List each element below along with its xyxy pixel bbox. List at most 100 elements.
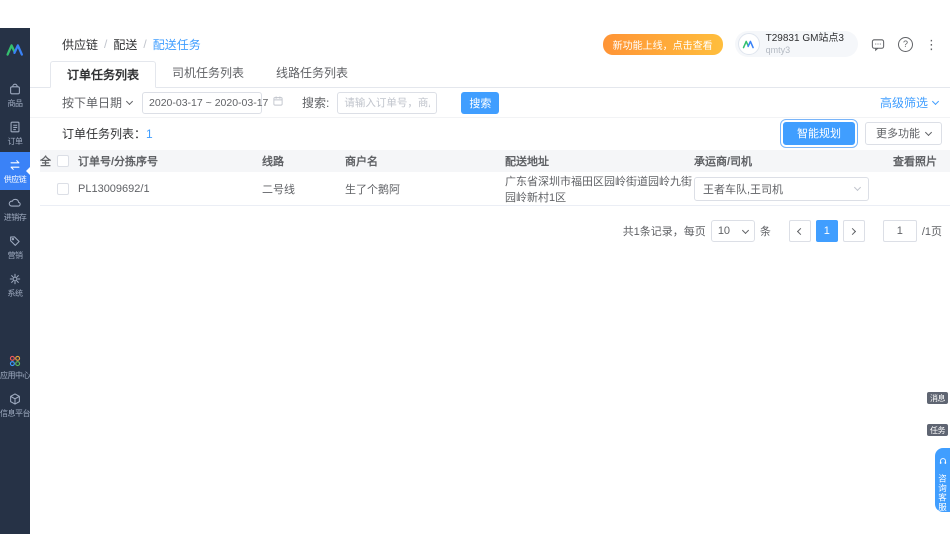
cell-address: 广东省深圳市福田区园岭街道园岭九街园岭新村1区 [505, 175, 692, 204]
advanced-filter-link[interactable]: 高级筛选 [880, 94, 940, 111]
col-header-merchant: 商户名 [345, 156, 378, 168]
chevron-right-icon [849, 227, 857, 235]
user-menu[interactable]: T29831 GM站点3 qmty3 [734, 31, 858, 57]
cell-line: 二号线 [262, 183, 295, 196]
float-pill-task[interactable]: 任务 [927, 424, 948, 436]
chevron-down-icon [741, 226, 749, 234]
page-number-active[interactable]: 1 [815, 220, 838, 242]
col-header-line: 线路 [262, 156, 284, 168]
screen: 商品 订单 供应链 进销存 营销 系统 应用中心 信息平台 供应链 / 配送 /… [0, 0, 950, 549]
list-header: 订单任务列表：1 智能规划 更多功能 [30, 118, 950, 148]
search-label: 搜索: [302, 96, 330, 110]
app-logo[interactable] [4, 40, 26, 60]
list-actions: 智能规划 更多功能 [780, 118, 942, 148]
tabbar: 订单任务列表 司机任务列表 线路任务列表 [30, 60, 950, 88]
new-feature-badge[interactable]: 新功能上线，点击查看 [602, 33, 723, 55]
next-page-button[interactable] [842, 220, 865, 242]
sidebar-item-label: 商品 [7, 99, 24, 108]
order-task-table: 全 订单号/分拣序号 线路 商户名 配送地址 承运商/司机 查看照片 PL130… [40, 150, 950, 206]
user-name: T29831 GM站点3 [765, 33, 844, 44]
date-type-select[interactable]: 按下单日期 [62, 94, 134, 111]
supply-chain-icon [8, 158, 22, 172]
float-pill-message[interactable]: 消息 [927, 392, 948, 404]
pagination: 共1条记录，每页 10 条 1 /1页 [30, 220, 950, 242]
headset-icon [938, 453, 948, 471]
more-functions-button[interactable]: 更多功能 [865, 121, 942, 145]
order-icon [8, 120, 22, 134]
list-title: 订单任务列表：1 [62, 126, 153, 141]
sidebar-item-info-platform[interactable]: 信息平台 [0, 386, 31, 424]
main-content: 供应链 / 配送 / 配送任务 新功能上线，点击查看 T29831 GM站点3 … [30, 28, 950, 534]
breadcrumb-separator: / [104, 37, 108, 51]
chevron-left-icon [797, 227, 805, 235]
sidebar-item-inventory[interactable]: 进销存 [0, 190, 30, 228]
sidebar-item-label: 订单 [7, 137, 24, 146]
message-icon[interactable] [870, 37, 886, 52]
breadcrumb-item-current[interactable]: 配送任务 [153, 36, 201, 53]
tab-driver-task-list[interactable]: 司机任务列表 [156, 60, 260, 87]
kebab-menu-icon[interactable]: ⋮ [925, 38, 938, 51]
marketing-icon [8, 234, 22, 248]
breadcrumb-item[interactable]: 配送 [113, 36, 137, 53]
date-type-label: 按下单日期 [62, 96, 123, 110]
inventory-icon [8, 196, 22, 210]
date-range-input[interactable]: 2020-03-17 ~ 2020-03-17 [142, 91, 283, 114]
list-count: 1 [146, 126, 153, 141]
breadcrumb: 供应链 / 配送 / 配送任务 [62, 36, 201, 53]
search-button[interactable]: 搜索 [461, 91, 500, 114]
sidebar-item-label: 进销存 [3, 213, 27, 222]
tab-route-task-list[interactable]: 线路任务列表 [260, 60, 364, 87]
page-size-select[interactable]: 10 [710, 220, 755, 242]
topbar: 供应链 / 配送 / 配送任务 新功能上线，点击查看 T29831 GM站点3 … [30, 28, 950, 60]
pagination-total-pages: /1页 [921, 226, 942, 238]
sidebar-item-orders[interactable]: 订单 [0, 114, 30, 152]
app-center-icon [8, 354, 22, 368]
col-header-carrier: 承运商/司机 [694, 156, 753, 168]
col-header-photo: 查看照片 [893, 156, 937, 168]
date-range-value: 2020-03-17 ~ 2020-03-17 [149, 96, 269, 109]
table-row: PL13009692/1 二号线 生了个鹅阿 广东省深圳市福田区园岭街道园岭九街… [40, 172, 950, 206]
prev-page-button[interactable] [788, 220, 811, 242]
col-header-clipped: 全 [40, 156, 51, 168]
bag-icon [8, 82, 22, 96]
col-header-address: 配送地址 [505, 156, 549, 168]
sidebar-item-system[interactable]: 系统 [0, 266, 30, 304]
smart-plan-button[interactable]: 智能规划 [780, 118, 858, 148]
col-header-order-no: 订单号/分拣序号 [78, 156, 159, 168]
search-input[interactable] [337, 91, 438, 114]
sidebar-item-label: 应用中心 [0, 371, 31, 380]
breadcrumb-item[interactable]: 供应链 [62, 36, 98, 53]
help-icon[interactable]: ? [898, 36, 913, 52]
sidebar-item-supply-chain[interactable]: 供应链 [0, 152, 30, 190]
calendar-icon [272, 95, 284, 110]
customer-service-tab[interactable]: 咨询客服 [935, 448, 950, 512]
carrier-driver-select[interactable]: 王者车队,王司机 [694, 176, 869, 201]
page-size-value: 10 [717, 225, 731, 237]
tab-order-task-list[interactable]: 订单任务列表 [50, 61, 157, 88]
sidebar-item-marketing[interactable]: 营销 [0, 228, 30, 266]
user-info: T29831 GM站点3 qmty3 [766, 33, 844, 55]
filterbar: 按下单日期 2020-03-17 ~ 2020-03-17 搜索: 搜索 高级筛… [30, 88, 950, 118]
chevron-down-icon [125, 97, 134, 106]
sidebar-item-label: 营销 [7, 251, 24, 260]
logo-icon [6, 44, 23, 56]
sidebar-item-label: 信息平台 [0, 409, 31, 418]
pagination-total: 共1条记录，每页 [622, 226, 706, 238]
row-checkbox[interactable] [57, 182, 69, 195]
carrier-driver-value: 王者车队,王司机 [703, 183, 784, 196]
sidebar-item-label: 供应链 [3, 175, 27, 184]
avatar [737, 33, 760, 55]
info-platform-icon [8, 392, 22, 406]
sidebar-item-app-center[interactable]: 应用中心 [0, 348, 31, 386]
user-handle: qmty3 [765, 45, 791, 55]
chevron-down-icon [931, 97, 940, 106]
cell-order-no: PL13009692/1 [78, 182, 150, 195]
chevron-down-icon [853, 183, 862, 192]
sidebar: 商品 订单 供应链 进销存 营销 系统 应用中心 信息平台 [0, 28, 31, 534]
cell-merchant: 生了个鹅阿 [345, 183, 400, 196]
select-all-checkbox[interactable] [57, 155, 69, 167]
page-jump-input[interactable] [882, 220, 917, 242]
table-header-row: 全 订单号/分拣序号 线路 商户名 配送地址 承运商/司机 查看照片 [40, 150, 950, 172]
sidebar-item-goods[interactable]: 商品 [0, 76, 30, 114]
pagination-unit: 条 [759, 226, 771, 238]
